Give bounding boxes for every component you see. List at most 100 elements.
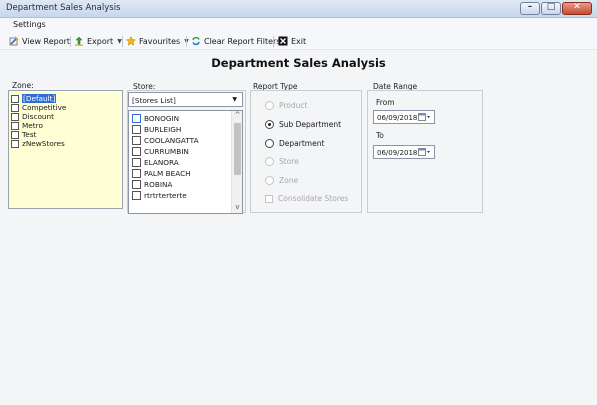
calendar-icon[interactable] [418, 113, 431, 122]
store-combo[interactable]: [Stores List] ▼ [128, 92, 243, 107]
export-icon [75, 36, 83, 46]
checkbox[interactable] [11, 112, 19, 121]
toolbar-divider [273, 36, 274, 47]
checkbox[interactable] [132, 125, 141, 134]
to-label: To [376, 131, 384, 140]
to-date-picker[interactable]: 06/09/2018 [373, 145, 435, 159]
page-title: Department Sales Analysis [211, 56, 386, 70]
checkbox[interactable] [132, 169, 141, 178]
toolbar-divider [122, 36, 123, 47]
chevron-down-icon[interactable]: ▼ [232, 96, 237, 103]
checkbox[interactable] [11, 130, 19, 139]
radio-button[interactable] [265, 120, 274, 129]
radio-department[interactable]: Department [265, 139, 324, 148]
favourites-button[interactable]: Favourites ▼ [126, 36, 189, 46]
toolbar: View Report Export ▼ Favourites ▼ Clear … [0, 33, 597, 50]
radio-button[interactable] [265, 176, 274, 185]
checkbox[interactable] [11, 94, 19, 103]
consolidate-stores-checkbox[interactable]: Consolidate Stores [265, 194, 348, 203]
store-item[interactable]: PALM BEACH [132, 168, 191, 179]
clear-filters-icon [192, 36, 200, 46]
zone-item[interactable]: Test [11, 130, 36, 139]
checkbox[interactable] [132, 147, 141, 156]
checkbox[interactable] [11, 121, 19, 130]
radio-label: Product [279, 101, 308, 110]
close-icon: ✕ [573, 2, 581, 12]
minimize-button[interactable]: – [520, 2, 540, 15]
maximize-button[interactable]: □ [541, 2, 561, 15]
store-item-label: PALM BEACH [144, 169, 191, 178]
store-item[interactable]: BONOGIN [132, 113, 179, 124]
zone-item[interactable]: Competitive [11, 103, 66, 112]
clear-filters-label: Clear Report Filters [204, 36, 281, 46]
minimize-icon: – [527, 2, 533, 12]
checkbox[interactable] [132, 136, 141, 145]
title-bar: Department Sales Analysis – □ ✕ [0, 0, 597, 18]
radio-button[interactable] [265, 139, 274, 148]
store-dropdown-list[interactable]: BONOGIN BURLEIGH COOLANGATTA CURRUMBIN E… [128, 110, 243, 214]
scroll-down-icon[interactable]: v [232, 203, 242, 213]
clear-report-filters-button[interactable]: Clear Report Filters [191, 36, 281, 46]
store-item[interactable]: ELANORA [132, 157, 179, 168]
store-item-label: BONOGIN [144, 114, 180, 123]
checkbox-label: Consolidate Stores [278, 194, 349, 203]
radio-label: Department [279, 139, 325, 148]
store-item[interactable]: rtrtrterterte [132, 190, 187, 201]
view-report-icon [9, 36, 19, 46]
checkbox[interactable] [132, 191, 141, 200]
store-item[interactable]: COOLANGATTA [132, 135, 199, 146]
zone-list[interactable]: [Default] Competitive Discount Metro Tes… [8, 90, 123, 209]
export-label: Export [87, 36, 114, 46]
exit-label: Exit [291, 36, 307, 46]
scrollbar[interactable]: ^ v [231, 111, 242, 213]
store-item-label: rtrtrterterte [144, 191, 187, 200]
close-button[interactable]: ✕ [562, 2, 592, 15]
menu-bar: Settings [0, 18, 597, 33]
export-button[interactable]: Export ▼ [74, 36, 122, 46]
checkbox[interactable] [11, 139, 19, 148]
radio-product[interactable]: Product [265, 101, 307, 110]
store-item-label: BURLEIGH [144, 125, 182, 134]
zone-item[interactable]: Discount [11, 112, 54, 121]
zone-item[interactable]: Metro [11, 121, 43, 130]
radio-button[interactable] [265, 157, 274, 166]
store-item[interactable]: BURLEIGH [132, 124, 181, 135]
calendar-icon[interactable] [418, 148, 431, 157]
toolbar-divider [70, 36, 71, 47]
zone-item-label: [Default] [22, 94, 57, 103]
view-report-label: View Report [22, 36, 71, 46]
from-date-value: 06/09/2018 [377, 114, 418, 122]
exit-button[interactable]: Exit [278, 36, 306, 46]
checkbox[interactable] [265, 194, 273, 203]
menu-settings[interactable]: Settings [13, 20, 46, 29]
from-date-picker[interactable]: 06/09/2018 [373, 110, 435, 124]
favourites-label: Favourites [139, 36, 181, 46]
view-report-button[interactable]: View Report [9, 36, 70, 46]
to-date-value: 06/09/2018 [377, 149, 418, 157]
zone-item-label: zNewStores [22, 139, 65, 148]
radio-sub-department[interactable]: Sub Department [265, 120, 341, 129]
window-title: Department Sales Analysis [6, 3, 121, 13]
checkbox[interactable] [132, 158, 141, 167]
scroll-thumb[interactable] [234, 123, 241, 175]
zone-item-label: Metro [22, 121, 43, 130]
store-item[interactable]: ROBINA [132, 179, 172, 190]
checkbox[interactable] [11, 103, 19, 112]
checkbox[interactable] [132, 180, 141, 189]
favourites-icon [126, 36, 136, 46]
radio-button[interactable] [265, 101, 274, 110]
window-controls: – □ ✕ [520, 2, 592, 15]
exit-icon [278, 36, 288, 46]
store-item-label: CURRUMBIN [144, 147, 189, 156]
radio-zone[interactable]: Zone [265, 176, 298, 185]
zone-item-label: Competitive [22, 103, 67, 112]
scroll-up-icon[interactable]: ^ [232, 111, 242, 121]
store-item[interactable]: CURRUMBIN [132, 146, 189, 157]
checkbox[interactable] [132, 114, 141, 123]
zone-item[interactable]: [Default] [11, 94, 57, 103]
radio-store[interactable]: Store [265, 157, 299, 166]
store-item-label: ELANORA [144, 158, 179, 167]
maximize-icon: □ [546, 2, 556, 12]
radio-label: Store [279, 157, 299, 166]
zone-item[interactable]: zNewStores [11, 139, 65, 148]
